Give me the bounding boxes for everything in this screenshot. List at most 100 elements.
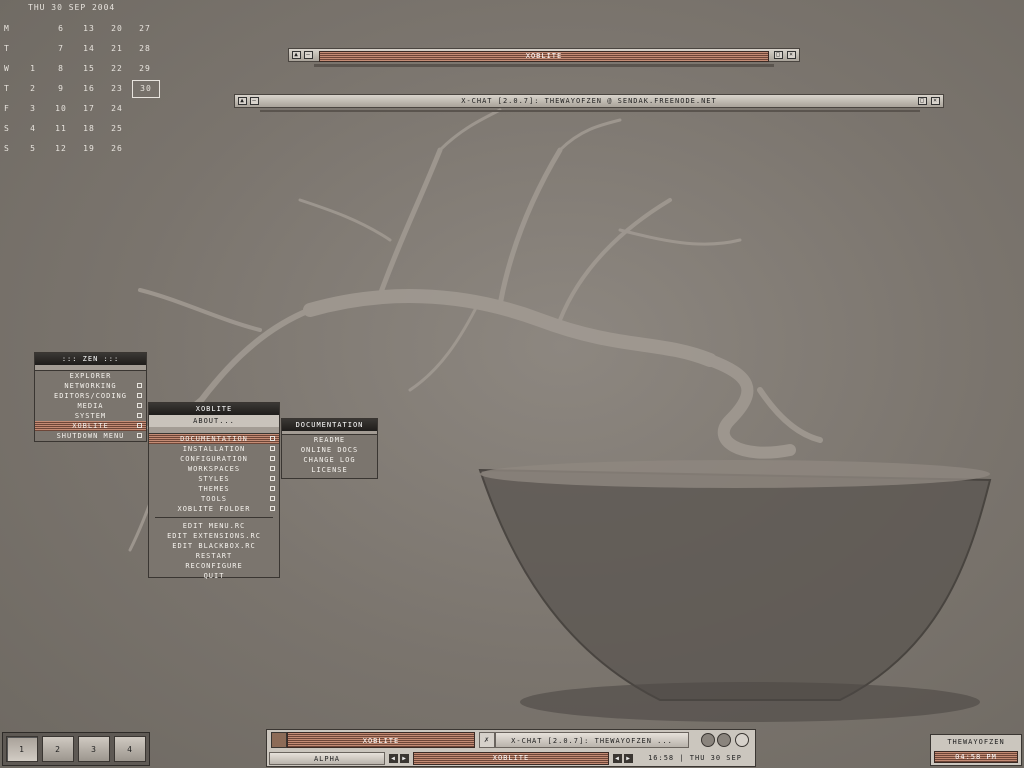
menu-item[interactable]: EDITORS/CODING: [35, 391, 146, 401]
minimize-icon[interactable]: –: [304, 51, 313, 59]
app-icon: [271, 732, 287, 748]
tray-time[interactable]: 04:58 PM: [934, 751, 1018, 763]
calendar-row: W 1 8 15 22 29: [0, 64, 170, 78]
menu-item[interactable]: WORKSPACES: [149, 464, 279, 474]
shade-icon[interactable]: ▲: [292, 51, 301, 59]
prev-workspace-icon[interactable]: ◀: [389, 754, 398, 763]
menu-item[interactable]: SYSTEM: [35, 411, 146, 421]
calendar-date[interactable]: 1: [23, 64, 43, 73]
maximize-icon[interactable]: □: [774, 51, 783, 59]
menu-item[interactable]: SHUTDOWN MENU: [35, 431, 146, 441]
calendar-date[interactable]: 4: [23, 124, 43, 133]
menu-item-label: STYLES: [198, 475, 230, 483]
menu-item[interactable]: CONFIGURATION: [149, 454, 279, 464]
workspace-button[interactable]: 2: [42, 736, 74, 762]
submenu-icon: [270, 486, 275, 491]
menu-item[interactable]: CHANGE LOG: [282, 455, 377, 465]
menu-item[interactable]: RESTART: [149, 551, 279, 561]
submenu-icon: [270, 456, 275, 461]
xoblite-window-titlebar[interactable]: ▲ – XOBLITE □ ×: [288, 48, 800, 62]
calendar-date[interactable]: 28: [135, 44, 155, 53]
window-handle[interactable]: [314, 64, 774, 67]
workspace-button[interactable]: 3: [78, 736, 110, 762]
calendar-date[interactable]: 13: [79, 24, 99, 33]
menu-item[interactable]: ONLINE DOCS: [282, 445, 377, 455]
xchat-window-titlebar[interactable]: ▲ – X-CHAT [2.0.7]: THEWAYOFZEN @ SENDAK…: [234, 94, 944, 108]
calendar-date[interactable]: 5: [23, 144, 43, 153]
about-item[interactable]: ABOUT...: [149, 415, 279, 427]
calendar-date[interactable]: 20: [107, 24, 127, 33]
submenu-icon: [270, 506, 275, 511]
calendar-weekday: F: [4, 104, 10, 113]
menu-title: DOCUMENTATION: [282, 419, 377, 431]
calendar-date[interactable]: 22: [107, 64, 127, 73]
next-workspace-icon[interactable]: ▶: [400, 754, 409, 763]
menu-item[interactable]: EDIT EXTENSIONS.RC: [149, 531, 279, 541]
calendar-date[interactable]: 21: [107, 44, 127, 53]
menu-item[interactable]: QUIT: [149, 571, 279, 581]
shade-icon[interactable]: ▲: [238, 97, 247, 105]
workspace-label[interactable]: ALPHA: [269, 752, 385, 765]
xoblite-menu: XOBLITE ABOUT... DOCUMENTATION INSTALLATI…: [148, 402, 280, 581]
calendar-date[interactable]: 29: [135, 64, 155, 73]
calendar-weekday: S: [4, 124, 10, 133]
menu-item[interactable]: RECONFIGURE: [149, 561, 279, 571]
window-title: X-CHAT [2.0.7]: THEWAYOFZEN @ SENDAK.FRE…: [461, 97, 717, 105]
task-xoblite[interactable]: XOBLITE: [287, 732, 475, 748]
calendar-date[interactable]: 15: [79, 64, 99, 73]
submenu-icon: [137, 383, 142, 388]
maximize-icon[interactable]: □: [918, 97, 927, 105]
menu-item[interactable]: EDIT MENU.RC: [149, 521, 279, 531]
workspace-button[interactable]: 1: [6, 736, 38, 762]
alien-icon[interactable]: [701, 733, 715, 747]
close-icon[interactable]: ×: [931, 97, 940, 105]
menu-item-label: EDITORS/CODING: [53, 392, 127, 400]
menu-item-label: NETWORKING: [64, 382, 117, 390]
calendar-date[interactable]: 3: [23, 104, 43, 113]
menu-item[interactable]: STYLES: [149, 474, 279, 484]
menu-item[interactable]: TOOLS: [149, 494, 279, 504]
calendar-date[interactable]: 8: [51, 64, 71, 73]
clock: 16:58 | THU 30 SEP: [648, 754, 742, 762]
menu-item[interactable]: LICENSE: [282, 465, 377, 475]
menu-title: XOBLITE: [149, 403, 279, 415]
window-title: XOBLITE: [319, 51, 769, 62]
menu-item-label: INSTALLATION: [182, 445, 246, 453]
refresh-icon[interactable]: [717, 733, 731, 747]
menu-item[interactable]: DOCUMENTATION: [149, 434, 279, 444]
menu-item-label: CONFIGURATION: [180, 455, 248, 463]
menu-item[interactable]: INSTALLATION: [149, 444, 279, 454]
menu-item-label: EXPLORER: [69, 372, 112, 380]
calendar-date[interactable]: 14: [79, 44, 99, 53]
menu-item[interactable]: XOBLITE: [35, 421, 146, 431]
prev-window-icon[interactable]: ◀: [613, 754, 622, 763]
calendar-weekday: M: [4, 24, 10, 33]
menu-item[interactable]: NETWORKING: [35, 381, 146, 391]
calendar-date[interactable]: 27: [135, 24, 155, 33]
user-icon[interactable]: [735, 733, 749, 747]
close-icon[interactable]: ×: [787, 51, 796, 59]
menu-item[interactable]: XOBLITE FOLDER: [149, 504, 279, 514]
menu-item[interactable]: README: [282, 435, 377, 445]
calendar-date[interactable]: 7: [51, 44, 71, 53]
next-window-icon[interactable]: ▶: [624, 754, 633, 763]
menu-item[interactable]: THEMES: [149, 484, 279, 494]
documentation-menu: DOCUMENTATION README ONLINE DOCS CHANGE LO…: [281, 418, 378, 479]
minimize-icon[interactable]: –: [250, 97, 259, 105]
calendar-date[interactable]: 2: [23, 84, 43, 93]
menu-item[interactable]: MEDIA: [35, 401, 146, 411]
menu-item[interactable]: EDIT BLACKBOX.RC: [149, 541, 279, 551]
menu-item-label: SHUTDOWN MENU: [56, 432, 125, 440]
menu-strip: [149, 427, 279, 434]
menu-item[interactable]: EXPLORER: [35, 371, 146, 381]
submenu-icon: [137, 413, 142, 418]
calendar-date[interactable]: 6: [51, 24, 71, 33]
submenu-icon: [137, 393, 142, 398]
menu-item-label: MEDIA: [77, 402, 104, 410]
window-handle[interactable]: [260, 110, 920, 112]
workspace-button[interactable]: 4: [114, 736, 146, 762]
window-label[interactable]: XOBLITE: [413, 752, 609, 765]
task-xchat[interactable]: X-CHAT [2.0.7]: THEWAYOFZEN ...: [495, 732, 689, 748]
menu-title: ::: ZEN :::: [35, 353, 146, 365]
submenu-icon: [137, 403, 142, 408]
